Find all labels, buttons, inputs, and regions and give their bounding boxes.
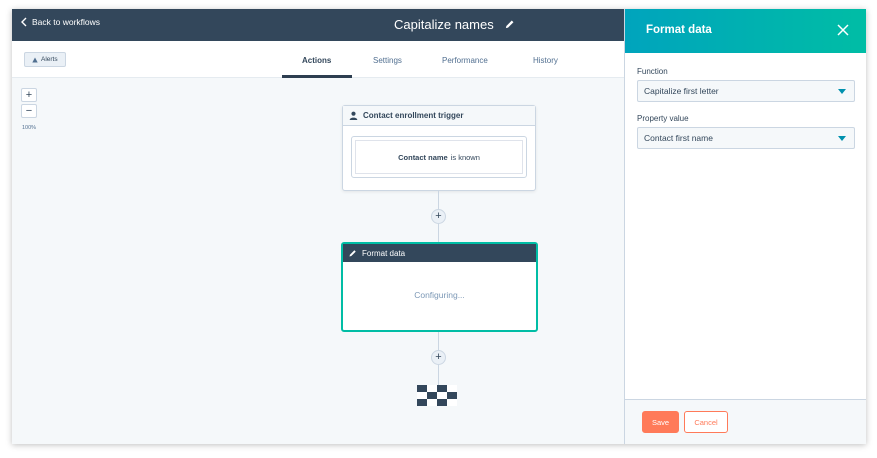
property-value: Contact first name xyxy=(644,133,713,143)
action-card-header: Format data xyxy=(343,244,536,262)
condition-property: Contact name xyxy=(398,152,448,162)
tab-actions[interactable]: Actions xyxy=(302,56,331,65)
back-label: Back to workflows xyxy=(32,17,101,27)
save-button[interactable]: Save xyxy=(642,411,679,433)
property-value-label: Property value xyxy=(637,114,689,123)
close-icon[interactable] xyxy=(837,24,849,36)
add-action-button[interactable]: + xyxy=(431,350,446,365)
condition-operator: is known xyxy=(450,152,480,162)
edit-title-pencil-icon[interactable] xyxy=(504,19,515,30)
tab-settings[interactable]: Settings xyxy=(373,56,402,65)
tab-history[interactable]: History xyxy=(533,56,558,65)
workflow-end-flag-icon xyxy=(417,385,457,406)
panel-footer: Save Cancel xyxy=(625,399,866,444)
zoom-out-button[interactable]: − xyxy=(21,104,37,118)
tab-performance[interactable]: Performance xyxy=(442,56,488,65)
enrollment-trigger-card[interactable]: Contact enrollment trigger Contact name … xyxy=(342,105,536,191)
connector-line xyxy=(438,332,439,350)
warning-triangle-icon xyxy=(32,57,38,62)
connector-line xyxy=(438,191,439,209)
action-title: Format data xyxy=(362,248,406,258)
panel-title: Format data xyxy=(646,24,712,36)
function-label: Function xyxy=(637,67,668,76)
action-status: Configuring... xyxy=(414,290,465,300)
add-action-button[interactable]: + xyxy=(431,209,446,224)
active-tab-indicator xyxy=(282,75,352,78)
workflow-editor: Back to workflows Capitalize names Alert… xyxy=(12,9,866,444)
alerts-label: Alerts xyxy=(41,56,58,63)
trigger-condition-box[interactable]: Contact name is known xyxy=(351,136,527,178)
zoom-in-button[interactable]: + xyxy=(21,88,37,102)
cancel-button[interactable]: Cancel xyxy=(684,411,728,433)
connector-line xyxy=(438,365,439,385)
panel-header: Format data xyxy=(625,9,866,53)
back-to-workflows-link[interactable]: Back to workflows xyxy=(20,17,100,27)
trigger-title: Contact enrollment trigger xyxy=(363,111,464,120)
property-value-select[interactable]: Contact first name xyxy=(637,127,855,149)
chevron-left-icon xyxy=(21,17,27,27)
connector-line xyxy=(438,224,439,242)
pencil-icon xyxy=(349,249,356,256)
function-select[interactable]: Capitalize first letter xyxy=(637,80,855,102)
format-data-action-card[interactable]: Format data Configuring... xyxy=(341,242,538,332)
format-data-side-panel: Format data Function Capitalize first le… xyxy=(624,9,866,444)
alerts-button[interactable]: Alerts xyxy=(24,52,66,67)
workflow-title[interactable]: Capitalize names xyxy=(394,17,494,32)
zoom-level-text: 100% xyxy=(22,125,37,131)
dropdown-caret-icon xyxy=(838,89,846,94)
contact-person-icon xyxy=(349,111,358,120)
function-value: Capitalize first letter xyxy=(644,86,719,96)
trigger-condition: Contact name is known xyxy=(355,140,523,174)
trigger-card-header: Contact enrollment trigger xyxy=(343,106,535,126)
workflow-tabs-bar: Alerts Actions Settings Performance Hist… xyxy=(12,41,624,78)
dropdown-caret-icon xyxy=(838,136,846,141)
